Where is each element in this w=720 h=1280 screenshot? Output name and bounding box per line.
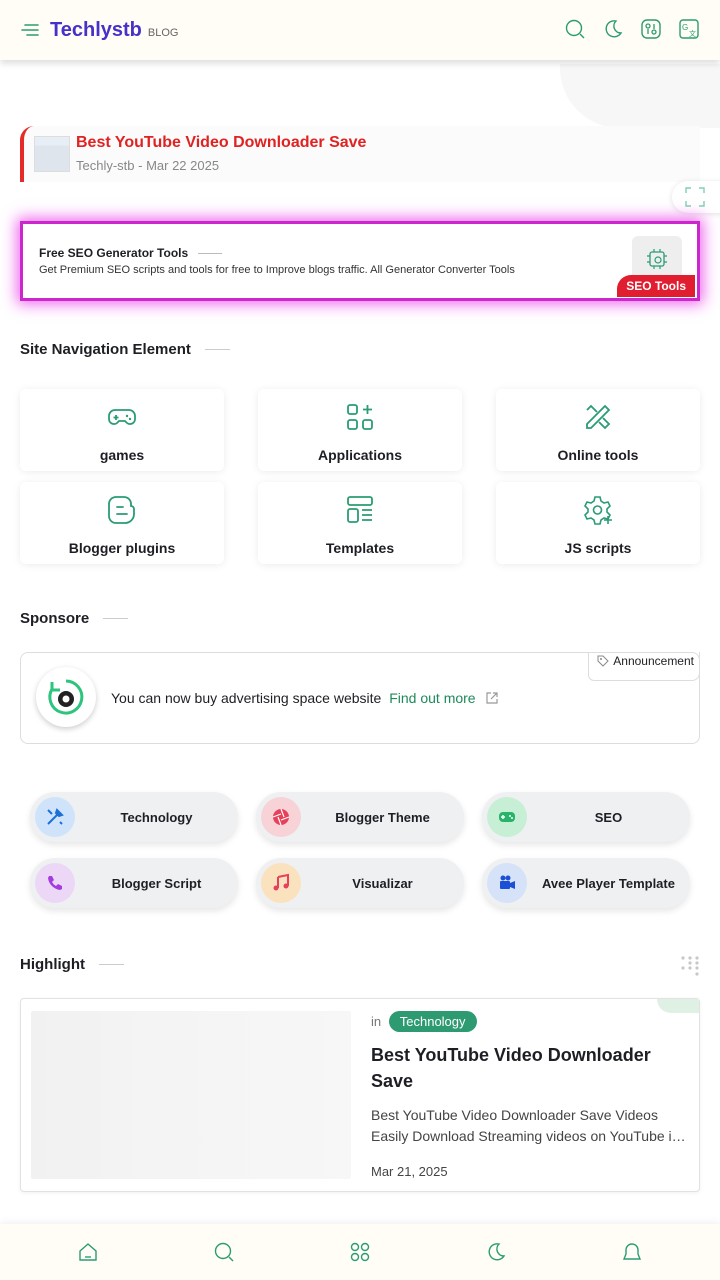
post-snippet: Best YouTube Video Downloader Save Video…	[371, 1107, 686, 1144]
external-link-icon	[486, 692, 499, 704]
nav-card-online-tools[interactable]: Online tools	[496, 389, 700, 471]
settings-icon[interactable]	[640, 18, 662, 40]
decorative-corner	[657, 999, 699, 1013]
svg-text:G: G	[682, 23, 688, 32]
gamepad-icon	[106, 401, 138, 433]
tools-icon	[582, 401, 614, 433]
category-label: Blogger Theme	[335, 809, 430, 825]
phone-icon	[35, 863, 75, 903]
nav-card-blogger-plugins[interactable]: Blogger plugins	[20, 482, 224, 564]
post-title[interactable]: Best YouTube Video Downloader Save	[371, 1042, 671, 1094]
nav-card-label: games	[99, 447, 145, 463]
home-icon[interactable]	[77, 1241, 99, 1263]
svg-text:文: 文	[689, 29, 696, 38]
category-visualizar[interactable]: Visualizar	[256, 858, 464, 908]
category-label: SEO	[594, 809, 623, 825]
menu-icon[interactable]	[20, 20, 40, 40]
category-label: Visualizar	[352, 875, 413, 891]
category-label: Blogger Script	[111, 875, 202, 891]
blogger-icon	[106, 494, 138, 526]
dark-mode-icon[interactable]	[485, 1241, 507, 1263]
nav-card-label: JS scripts	[564, 540, 632, 556]
gamepad-icon	[487, 797, 527, 837]
nav-card-games[interactable]: games	[20, 389, 224, 471]
dots-grid-icon[interactable]	[680, 956, 700, 976]
video-camera-icon	[487, 863, 527, 903]
category-technology[interactable]: Technology	[30, 792, 238, 842]
seo-promo-title: Free SEO Generator Tools	[39, 246, 681, 260]
recent-post-strip[interactable]: Best YouTube Video Downloader Save Techl…	[20, 126, 700, 182]
recent-post-meta: Techly-stb - Mar 22 2025	[76, 158, 220, 173]
nav-card-label: Applications	[317, 447, 402, 463]
category-blogger-script[interactable]: Blogger Script	[30, 858, 238, 908]
decorative-corner	[560, 64, 720, 128]
highlight-heading: Highlight	[20, 956, 124, 973]
tag-icon	[597, 655, 609, 667]
search-icon[interactable]	[564, 18, 586, 40]
category-label: Technology	[120, 809, 193, 825]
sponsor-heading: Sponsore	[20, 610, 128, 627]
bell-icon[interactable]	[621, 1241, 643, 1263]
category-avee-player-template[interactable]: Avee Player Template	[482, 858, 690, 908]
recent-post-thumbnail	[34, 136, 70, 172]
brand-logo[interactable]: Techlystb	[50, 19, 142, 42]
apps-icon[interactable]	[349, 1241, 371, 1263]
seo-tools-promo[interactable]: Free SEO Generator Tools Get Premium SEO…	[20, 221, 700, 301]
sponsor-card: You can now buy advertising space websit…	[20, 652, 700, 744]
highlight-post-card[interactable]: in Technology Best YouTube Video Downloa…	[20, 998, 700, 1192]
top-app-bar: Techlystb BLOG G文	[0, 0, 720, 60]
music-icon	[261, 863, 301, 903]
sponsor-text: You can now buy advertising space websit…	[111, 690, 382, 706]
fullscreen-icon	[685, 187, 705, 207]
category-tag[interactable]: Technology	[388, 1011, 477, 1032]
category-seo[interactable]: SEO	[482, 792, 690, 842]
announcement-label: Announcement	[613, 654, 694, 668]
translate-icon[interactable]: G文	[678, 18, 700, 40]
nav-card-label: Blogger plugins	[68, 540, 176, 556]
seo-promo-description: Get Premium SEO scripts and tools for fr…	[39, 264, 515, 276]
gear-refresh-icon	[48, 679, 84, 715]
apps-grid-icon	[344, 401, 376, 433]
dark-mode-icon[interactable]	[602, 18, 624, 40]
sponsor-logo	[36, 667, 96, 727]
nav-card-label: Templates	[325, 540, 395, 556]
find-out-more-link[interactable]: Find out more	[389, 690, 475, 706]
post-thumbnail[interactable]	[31, 1011, 351, 1179]
brand-subtitle: BLOG	[147, 27, 179, 39]
fullscreen-button[interactable]	[672, 181, 720, 213]
settings-gear-icon	[582, 494, 614, 526]
announcement-badge: Announcement	[588, 652, 700, 681]
in-label: in	[371, 1014, 382, 1029]
seo-tools-badge[interactable]: SEO Tools	[617, 275, 695, 297]
template-icon	[344, 494, 376, 526]
category-label: Avee Player Template	[542, 875, 675, 891]
aperture-icon	[261, 797, 301, 837]
category-blogger-theme[interactable]: Blogger Theme	[256, 792, 464, 842]
sponsor-message: You can now buy advertising space websit…	[111, 690, 499, 706]
post-category: in Technology	[371, 1011, 477, 1032]
site-navigation-heading: Site Navigation Element	[20, 341, 230, 358]
search-icon[interactable]	[213, 1241, 235, 1263]
recent-post-title[interactable]: Best YouTube Video Downloader Save	[76, 134, 366, 152]
post-date: Mar 21, 2025	[371, 1164, 448, 1179]
bottom-navigation	[0, 1224, 720, 1280]
nav-card-js-scripts[interactable]: JS scripts	[496, 482, 700, 564]
nav-card-applications[interactable]: Applications	[258, 389, 462, 471]
nav-card-label: Online tools	[557, 447, 639, 463]
tools-icon	[35, 797, 75, 837]
nav-card-templates[interactable]: Templates	[258, 482, 462, 564]
